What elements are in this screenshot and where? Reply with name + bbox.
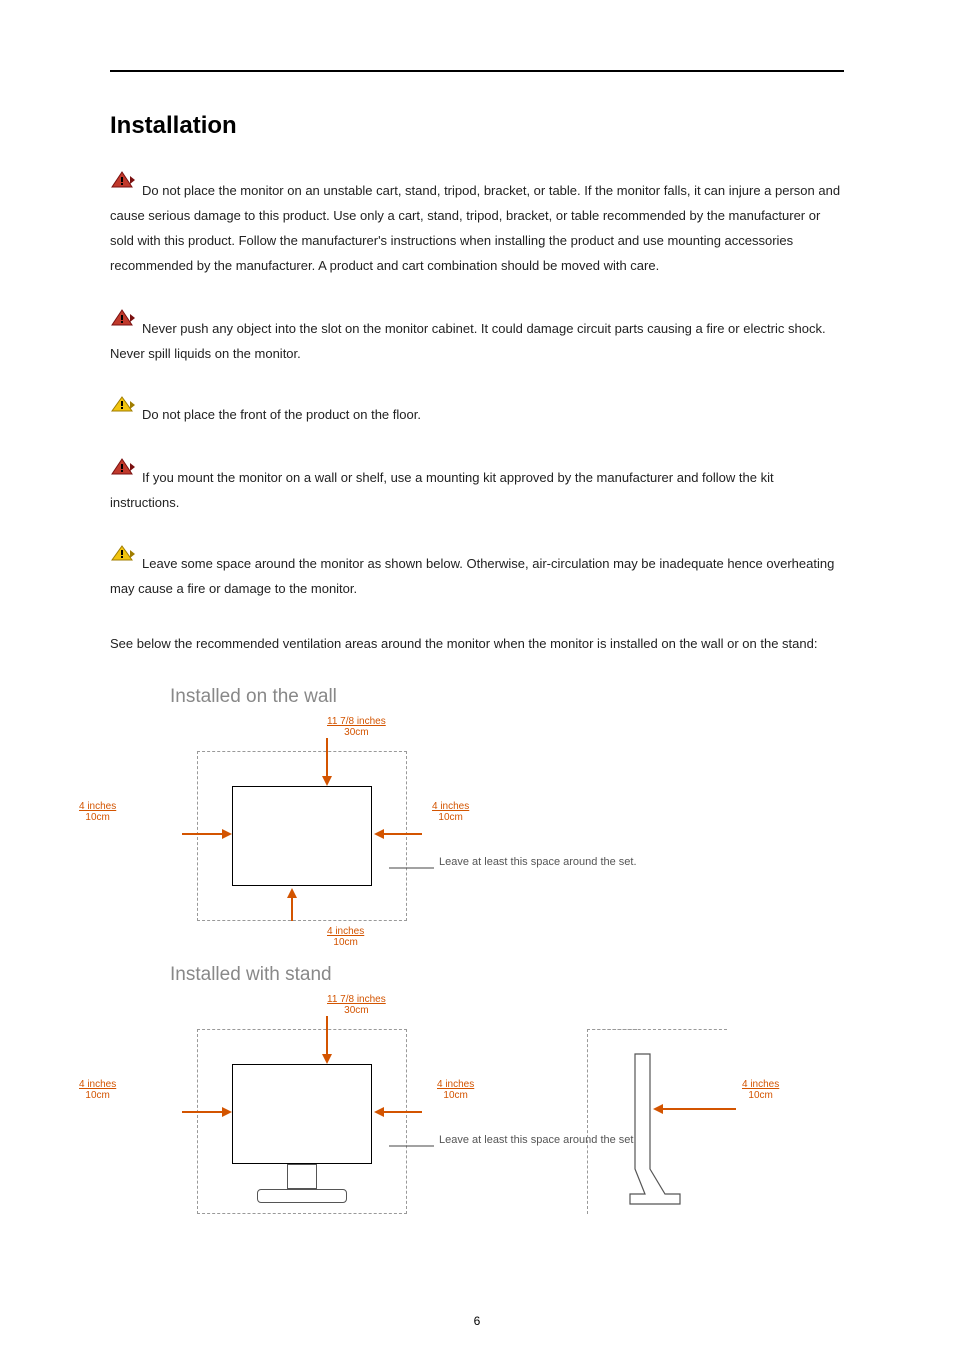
warning-red-icon — [110, 170, 140, 198]
dim-right: 4 inches 10cm — [432, 801, 469, 823]
diagram-wall-area: 11 7/8 inches 30cm 4 inches 10cm 4 inche… — [127, 716, 827, 956]
dim-left-in: 4 inches — [79, 801, 116, 812]
section-heading: Installation — [110, 112, 844, 140]
diagram-wall: Installed on the wall 11 7/8 inches 30cm… — [110, 686, 844, 956]
diagram-stand-title: Installed with stand — [170, 964, 844, 986]
warning-yellow-icon — [110, 396, 140, 422]
paragraph-2: Never push any object into the slot on t… — [110, 308, 844, 366]
dim-right-cm-2: 10cm — [443, 1090, 467, 1101]
paragraph-1: Do not place the monitor on an unstable … — [110, 170, 844, 278]
dim-side-right-cm: 10cm — [748, 1090, 772, 1101]
dim-top-in-2: 11 7/8 inches — [327, 994, 386, 1005]
arrow-left-icon — [372, 1102, 427, 1122]
paragraph-6: See below the recommended ventilation ar… — [110, 631, 844, 656]
paragraph-1-text: Do not place the monitor on an unstable … — [110, 183, 840, 273]
dim-top-cm: 30cm — [344, 727, 368, 738]
pointer-line-icon — [389, 1136, 444, 1156]
dim-top-in: 11 7/8 inches — [327, 716, 386, 727]
arrow-right-icon — [182, 1102, 237, 1122]
dim-left-cm: 10cm — [85, 812, 109, 823]
paragraph-5: Leave some space around the monitor as s… — [110, 545, 844, 601]
arrow-left-icon — [372, 824, 427, 844]
dim-bottom: 4 inches 10cm — [327, 926, 364, 948]
paragraph-3: Do not place the front of the product on… — [110, 396, 844, 427]
dim-side-right: 4 inches 10cm — [742, 1079, 779, 1101]
diagram-stand: Installed with stand 11 7/8 inches 30cm … — [110, 964, 844, 1234]
arrow-left-icon — [651, 1099, 741, 1119]
dim-right-2: 4 inches 10cm — [437, 1079, 474, 1101]
dim-left-cm-2: 10cm — [85, 1090, 109, 1101]
page-number: 6 — [0, 1314, 954, 1328]
arrow-down-icon — [312, 1016, 342, 1066]
dim-right-in-2: 4 inches — [437, 1079, 474, 1090]
page: Installation Do not place the monitor on… — [0, 0, 954, 1264]
top-rule — [110, 70, 844, 72]
dim-top-2: 11 7/8 inches 30cm — [327, 994, 386, 1016]
dim-left-2: 4 inches 10cm — [79, 1079, 116, 1101]
dim-bottom-cm: 10cm — [333, 937, 357, 948]
warning-red-icon — [110, 457, 140, 485]
monitor-side-view — [625, 1049, 695, 1219]
clearance-top-side — [587, 1029, 727, 1039]
dim-top: 11 7/8 inches 30cm — [327, 716, 386, 738]
monitor-front — [232, 1064, 372, 1164]
stand-base — [257, 1189, 347, 1203]
diagram-stand-area: 11 7/8 inches 30cm 4 inches 10cm 4 inche… — [127, 994, 827, 1234]
dim-left-in-2: 4 inches — [79, 1079, 116, 1090]
stand-neck — [287, 1164, 317, 1189]
paragraph-6-text: See below the recommended ventilation ar… — [110, 636, 817, 651]
arrow-up-icon — [277, 886, 307, 924]
dim-side-right-in: 4 inches — [742, 1079, 779, 1090]
warning-red-icon — [110, 308, 140, 336]
dim-right-cm: 10cm — [438, 812, 462, 823]
paragraph-5-text: Leave some space around the monitor as s… — [110, 556, 834, 596]
paragraph-3-text: Do not place the front of the product on… — [142, 407, 421, 422]
pointer-line-icon — [389, 858, 444, 878]
dim-bottom-in: 4 inches — [327, 926, 364, 937]
paragraph-2-text: Never push any object into the slot on t… — [110, 321, 826, 361]
monitor-outline — [232, 786, 372, 886]
paragraph-4-text: If you mount the monitor on a wall or sh… — [110, 470, 774, 510]
arrow-down-icon — [312, 738, 342, 788]
dim-right-in: 4 inches — [432, 801, 469, 812]
dim-left: 4 inches 10cm — [79, 801, 116, 823]
arrow-right-icon — [182, 824, 237, 844]
paragraph-4: If you mount the monitor on a wall or sh… — [110, 457, 844, 515]
warning-yellow-icon — [110, 545, 140, 571]
dim-top-cm-2: 30cm — [344, 1005, 368, 1016]
diagram-wall-title: Installed on the wall — [170, 686, 844, 708]
diagram-caption: Leave at least this space around the set… — [439, 856, 637, 869]
